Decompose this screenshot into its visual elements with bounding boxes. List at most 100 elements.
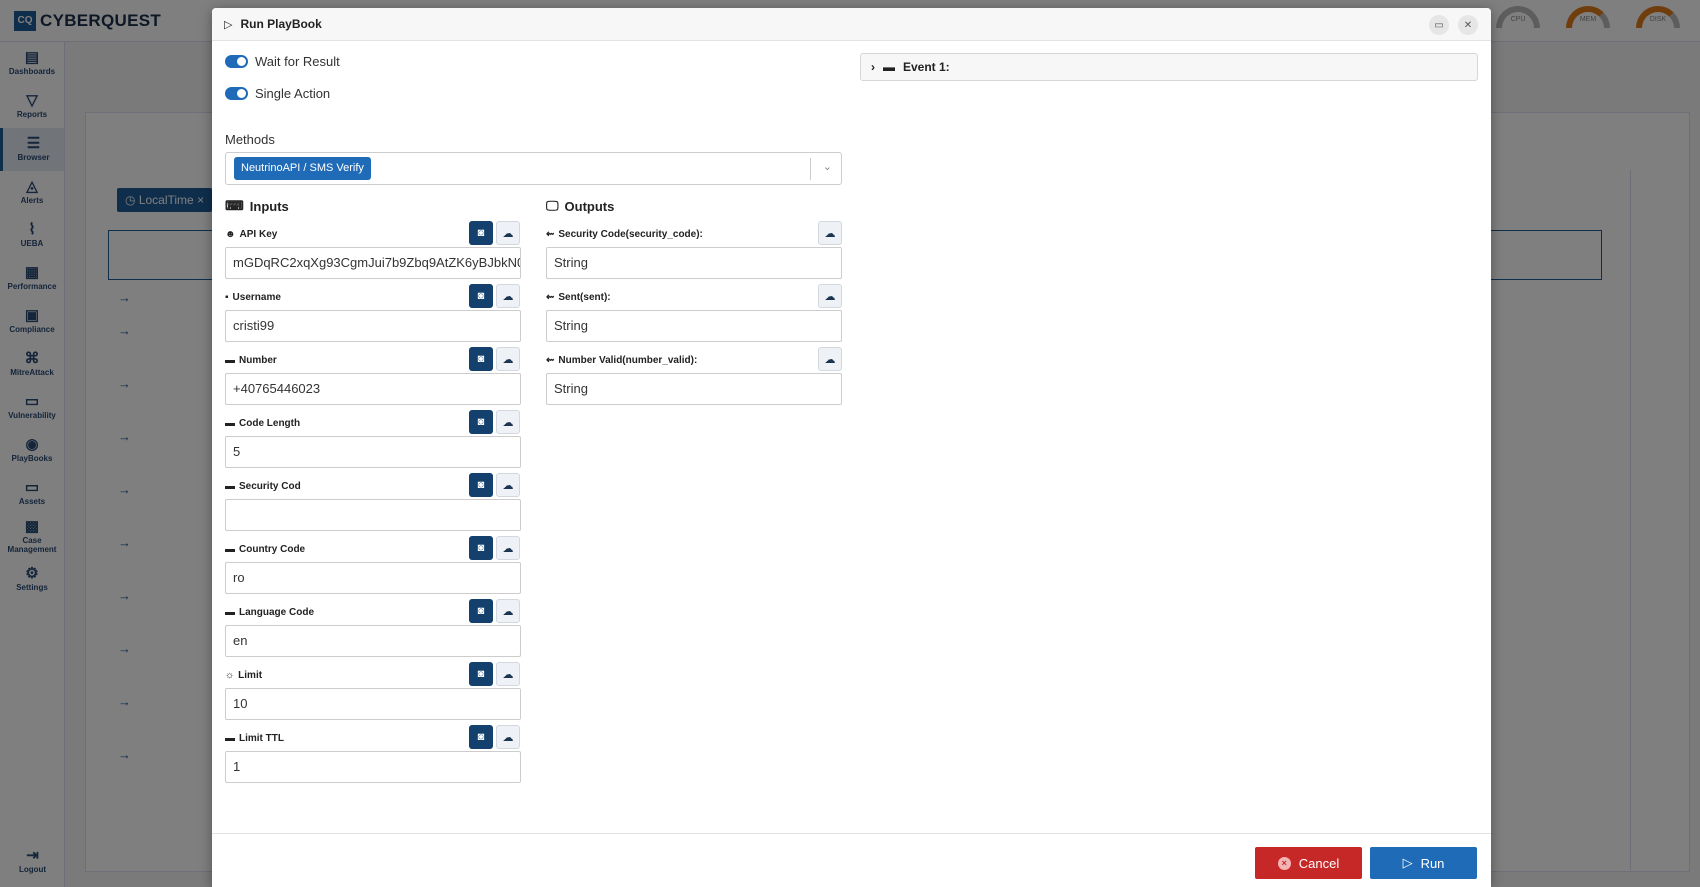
limit-ttl-camera-button[interactable]: ◙ (469, 725, 493, 749)
output-sent-input[interactable]: String (546, 310, 842, 342)
limit-label: ☼ Limit (225, 670, 263, 681)
barcode-icon: ▬ (225, 481, 235, 492)
id-card-icon: ▪ (225, 292, 229, 303)
cloud-icon: ☁ (824, 227, 836, 240)
limit-ttl-cloud-button[interactable]: ☁ (496, 725, 520, 749)
country-code-input[interactable]: ro (225, 562, 521, 594)
cloud-icon: ☁ (502, 542, 514, 555)
monitor-icon: 🖵 (546, 198, 559, 213)
maximize-button[interactable]: ▭ (1429, 15, 1449, 35)
language-code-input[interactable]: en (225, 625, 521, 657)
run-playbook-modal: ▷ Run PlayBook ▭ ✕ Wait for Result Singl… (212, 8, 1491, 887)
outputs-title: 🖵 Outputs (546, 198, 615, 214)
output-number-valid-cloud-button[interactable]: ☁ (818, 347, 842, 371)
chevron-down-icon[interactable]: ⌄ (823, 160, 832, 173)
api-key-label: ☻ API Key (225, 229, 278, 240)
limit-cloud-button[interactable]: ☁ (496, 662, 520, 686)
event-panel[interactable]: › ▬ Event 1: (860, 53, 1478, 81)
cancel-button[interactable]: × Cancel (1255, 847, 1362, 879)
link-icon: ⇜ (546, 229, 555, 240)
country-code-cloud-button[interactable]: ☁ (496, 536, 520, 560)
cloud-icon: ☁ (824, 290, 836, 303)
keyboard-icon: ⌨ (225, 198, 244, 213)
output-number-valid-label: ⇜ Number Valid(number_valid): (546, 355, 698, 366)
cloud-icon: ☁ (502, 479, 514, 492)
username-input[interactable]: cristi99 (225, 310, 521, 342)
camera-icon: ◙ (477, 479, 485, 491)
cloud-icon: ☁ (502, 731, 514, 744)
cloud-icon: ☁ (502, 416, 514, 429)
single-action-toggle-row: Single Action (225, 86, 330, 101)
limit-camera-button[interactable]: ◙ (469, 662, 493, 686)
code-length-label: ▬ Code Length (225, 418, 301, 429)
language-code-camera-button[interactable]: ◙ (469, 599, 493, 623)
methods-select[interactable]: NeutrinoAPI / SMS Verify ⌄ (225, 152, 842, 185)
code-length-cloud-button[interactable]: ☁ (496, 410, 520, 434)
camera-icon: ◙ (477, 605, 485, 617)
number-cloud-button[interactable]: ☁ (496, 347, 520, 371)
username-cloud-button[interactable]: ☁ (496, 284, 520, 308)
language-code-label: ▬ Language Code (225, 607, 315, 618)
wait-for-result-toggle[interactable] (225, 55, 248, 68)
output-number-valid-input[interactable]: String (546, 373, 842, 405)
output-security-code-label: ⇜ Security Code(security_code): (546, 229, 703, 240)
single-action-toggle[interactable] (225, 87, 248, 100)
camera-icon: ◙ (477, 731, 485, 743)
security-cod-input[interactable] (225, 499, 521, 531)
country-code-camera-button[interactable]: ◙ (469, 536, 493, 560)
wait-for-result-label: Wait for Result (255, 54, 340, 69)
code-length-input[interactable]: 5 (225, 436, 521, 468)
security-cod-label: ▬ Security Cod (225, 481, 301, 492)
number-input[interactable]: +40765446023 (225, 373, 521, 405)
close-icon: ✕ (1463, 19, 1473, 31)
username-camera-button[interactable]: ◙ (469, 284, 493, 308)
play-icon: ▷ (1402, 855, 1413, 870)
single-action-label: Single Action (255, 86, 331, 101)
modal-title: Run PlayBook (240, 17, 322, 31)
cloud-icon: ☁ (824, 353, 836, 366)
number-camera-button[interactable]: ◙ (469, 347, 493, 371)
barcode-icon: ▬ (225, 355, 235, 366)
cloud-icon: ☁ (502, 353, 514, 366)
api-key-camera-button[interactable]: ◙ (469, 221, 493, 245)
country-code-label: ▬ Country Code (225, 544, 306, 555)
selected-method-chip[interactable]: NeutrinoAPI / SMS Verify (234, 157, 371, 180)
camera-icon: ◙ (477, 353, 485, 365)
output-security-code-cloud-button[interactable]: ☁ (818, 221, 842, 245)
close-button[interactable]: ✕ (1458, 15, 1478, 35)
inputs-title: ⌨ Inputs (225, 198, 289, 214)
link-icon: ⇜ (546, 292, 555, 303)
barcode-icon: ▬ (225, 607, 235, 618)
methods-label: Methods (225, 132, 275, 147)
language-code-cloud-button[interactable]: ☁ (496, 599, 520, 623)
barcode-icon: ▬ (225, 544, 235, 555)
output-sent-label: ⇜ Sent(sent): (546, 292, 611, 303)
select-separator (810, 158, 811, 180)
username-label: ▪ Username (225, 292, 281, 303)
event-label: Event 1: (903, 60, 950, 74)
limit-input[interactable]: 10 (225, 688, 521, 720)
run-button[interactable]: ▷ Run (1370, 847, 1477, 879)
play-icon: ▷ (224, 18, 233, 31)
camera-icon: ◙ (477, 416, 485, 428)
barcode-icon: ▬ (225, 733, 235, 744)
link-icon: ⇜ (546, 355, 555, 366)
output-sent-cloud-button[interactable]: ☁ (818, 284, 842, 308)
api-key-input[interactable]: mGDqRC2xqXg93CgmJui7b9Zbq9AtZK6yBJbkN0 (225, 247, 521, 279)
code-length-camera-button[interactable]: ◙ (469, 410, 493, 434)
cloud-icon: ☁ (502, 227, 514, 240)
chevron-right-icon[interactable]: › (871, 60, 875, 74)
output-security-code-input[interactable]: String (546, 247, 842, 279)
folder-icon: ▬ (883, 60, 895, 74)
security-cod-cloud-button[interactable]: ☁ (496, 473, 520, 497)
camera-icon: ◙ (477, 227, 485, 239)
wait-for-result-toggle-row: Wait for Result (225, 54, 340, 69)
user-circle-icon: ☻ (225, 229, 236, 240)
limit-ttl-label: ▬ Limit TTL (225, 733, 284, 744)
cloud-icon: ☁ (502, 290, 514, 303)
number-label: ▬ Number (225, 355, 277, 366)
cloud-icon: ☁ (502, 605, 514, 618)
api-key-cloud-button[interactable]: ☁ (496, 221, 520, 245)
limit-ttl-input[interactable]: 1 (225, 751, 521, 783)
security-cod-camera-button[interactable]: ◙ (469, 473, 493, 497)
